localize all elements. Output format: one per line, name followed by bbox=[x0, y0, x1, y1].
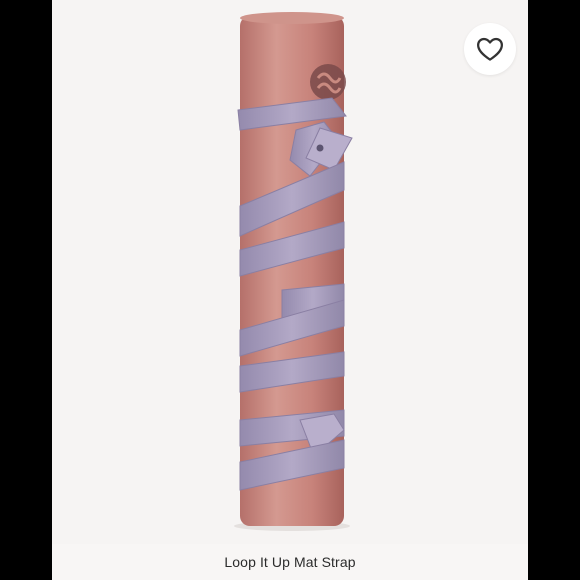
heart-outline-icon bbox=[477, 37, 503, 61]
like-button[interactable] bbox=[464, 23, 516, 75]
caption-bar: Loop It Up Mat Strap bbox=[52, 544, 528, 580]
yoga-mat-illustration bbox=[234, 12, 353, 531]
product-title[interactable]: Loop It Up Mat Strap bbox=[224, 554, 355, 570]
product-photo bbox=[52, 0, 528, 580]
listing-image-frame: Loop It Up Mat Strap bbox=[0, 0, 580, 580]
brand-logo bbox=[310, 64, 346, 100]
